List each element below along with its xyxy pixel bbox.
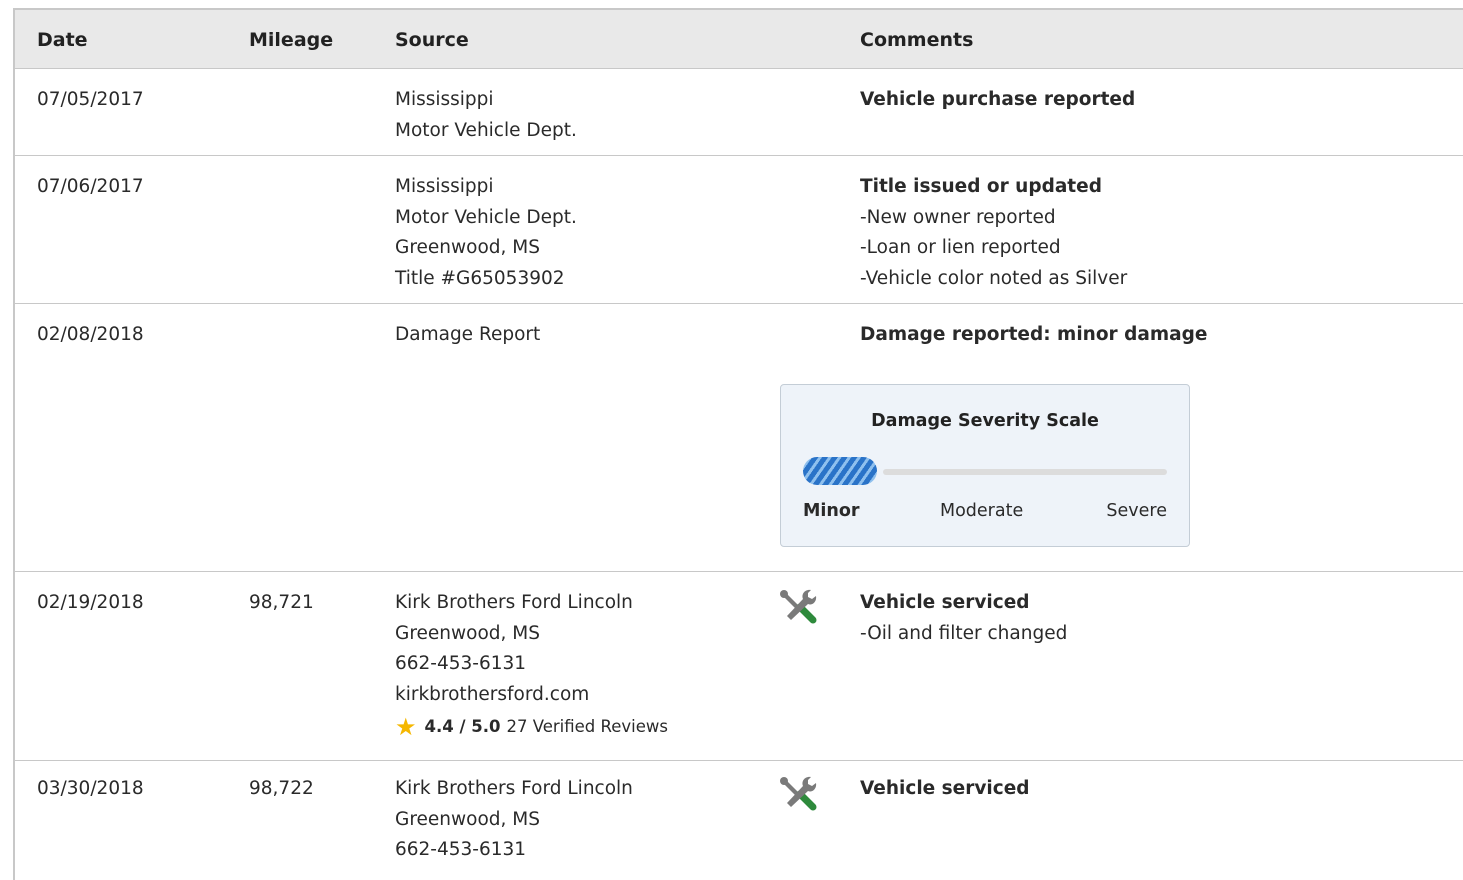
table-row: 02/19/2018 98,721 Kirk Brothers Ford Lin… (15, 572, 1463, 761)
header-date: Date (37, 29, 88, 51)
source-line: Title #G65053902 (395, 267, 565, 289)
table-row: 03/30/2018 98,722 Kirk Brothers Ford Lin… (15, 761, 1463, 871)
table-row: 07/06/2017 Mississippi Motor Vehicle Dep… (15, 156, 1463, 304)
comment-title: Title issued or updated (860, 176, 1102, 197)
comment-line: -New owner reported (860, 206, 1056, 228)
table-header: Date Mileage Source Comments (15, 10, 1463, 69)
star-icon: ★ (395, 713, 417, 741)
damage-severity-scale: Damage Severity Scale Minor Moderate Sev… (780, 384, 1190, 547)
source-line: Motor Vehicle Dept. (395, 119, 577, 141)
source-line: Greenwood, MS (395, 237, 541, 258)
source-line: Motor Vehicle Dept. (395, 206, 577, 228)
severity-track (883, 469, 1167, 475)
source-line: Mississippi (395, 176, 494, 197)
row-mileage: 98,722 (249, 778, 314, 799)
source-line: Mississippi (395, 89, 494, 110)
severity-label-severe: Severe (1106, 501, 1167, 521)
comment-line: -Oil and filter changed (860, 622, 1068, 644)
source-line: Damage Report (395, 324, 541, 345)
row-source: Kirk Brothers Ford Lincoln Greenwood, MS… (395, 588, 668, 740)
row-date: 03/30/2018 (37, 778, 144, 799)
wrench-screwdriver-icon (780, 776, 817, 811)
row-date: 02/19/2018 (37, 592, 144, 613)
wrench-screwdriver-icon (780, 589, 817, 624)
comment-line: -Loan or lien reported (860, 237, 1061, 258)
table-row: 07/05/2017 Mississippi Motor Vehicle Dep… (15, 69, 1463, 156)
rating-score: 4.4 / 5.0 (424, 717, 501, 736)
header-comments: Comments (860, 29, 974, 51)
row-date: 02/08/2018 (37, 324, 144, 345)
row-comments: Vehicle purchase reported (860, 85, 1135, 116)
row-date: 07/05/2017 (37, 89, 144, 110)
source-line: 662-453-6131 (395, 839, 527, 860)
dealer-website-link[interactable]: kirkbrothersford.com (395, 680, 668, 711)
severity-label-moderate: Moderate (940, 501, 1024, 521)
row-source: Kirk Brothers Ford Lincoln Greenwood, MS… (395, 774, 633, 866)
header-source: Source (395, 29, 469, 51)
header-mileage: Mileage (249, 29, 334, 51)
source-line: Greenwood, MS (395, 622, 541, 644)
row-comments: Title issued or updated -New owner repor… (860, 172, 1127, 294)
row-comments: Vehicle serviced (860, 774, 1030, 805)
row-source: Mississippi Motor Vehicle Dept. (395, 85, 577, 146)
source-line: Kirk Brothers Ford Lincoln (395, 778, 633, 799)
comment-title: Damage reported: minor damage (860, 324, 1208, 345)
row-source: Damage Report (395, 320, 540, 351)
row-source: Mississippi Motor Vehicle Dept. Greenwoo… (395, 172, 577, 294)
comment-title: Vehicle serviced (860, 592, 1030, 613)
table-row: 02/08/2018 Damage Report Damage reported… (15, 304, 1463, 572)
row-mileage: 98,721 (249, 592, 314, 613)
source-line: Kirk Brothers Ford Lincoln (395, 592, 633, 613)
row-comments: Damage reported: minor damage (860, 320, 1207, 351)
severity-scale-title: Damage Severity Scale (871, 411, 1099, 431)
severity-level-indicator (803, 457, 877, 485)
severity-label-minor: Minor (803, 501, 860, 521)
row-comments: Vehicle serviced -Oil and filter changed (860, 588, 1067, 649)
row-date: 07/06/2017 (37, 176, 144, 197)
comment-title: Vehicle purchase reported (860, 89, 1136, 110)
rating-reviews: 27 Verified Reviews (506, 717, 669, 736)
source-line: 662-453-6131 (395, 653, 527, 674)
comment-title: Vehicle serviced (860, 778, 1030, 799)
comment-line: -Vehicle color noted as Silver (860, 267, 1128, 289)
source-line: Greenwood, MS (395, 808, 541, 830)
dealer-rating[interactable]: ★ 4.4 / 5.0 27 Verified Reviews (395, 714, 668, 740)
